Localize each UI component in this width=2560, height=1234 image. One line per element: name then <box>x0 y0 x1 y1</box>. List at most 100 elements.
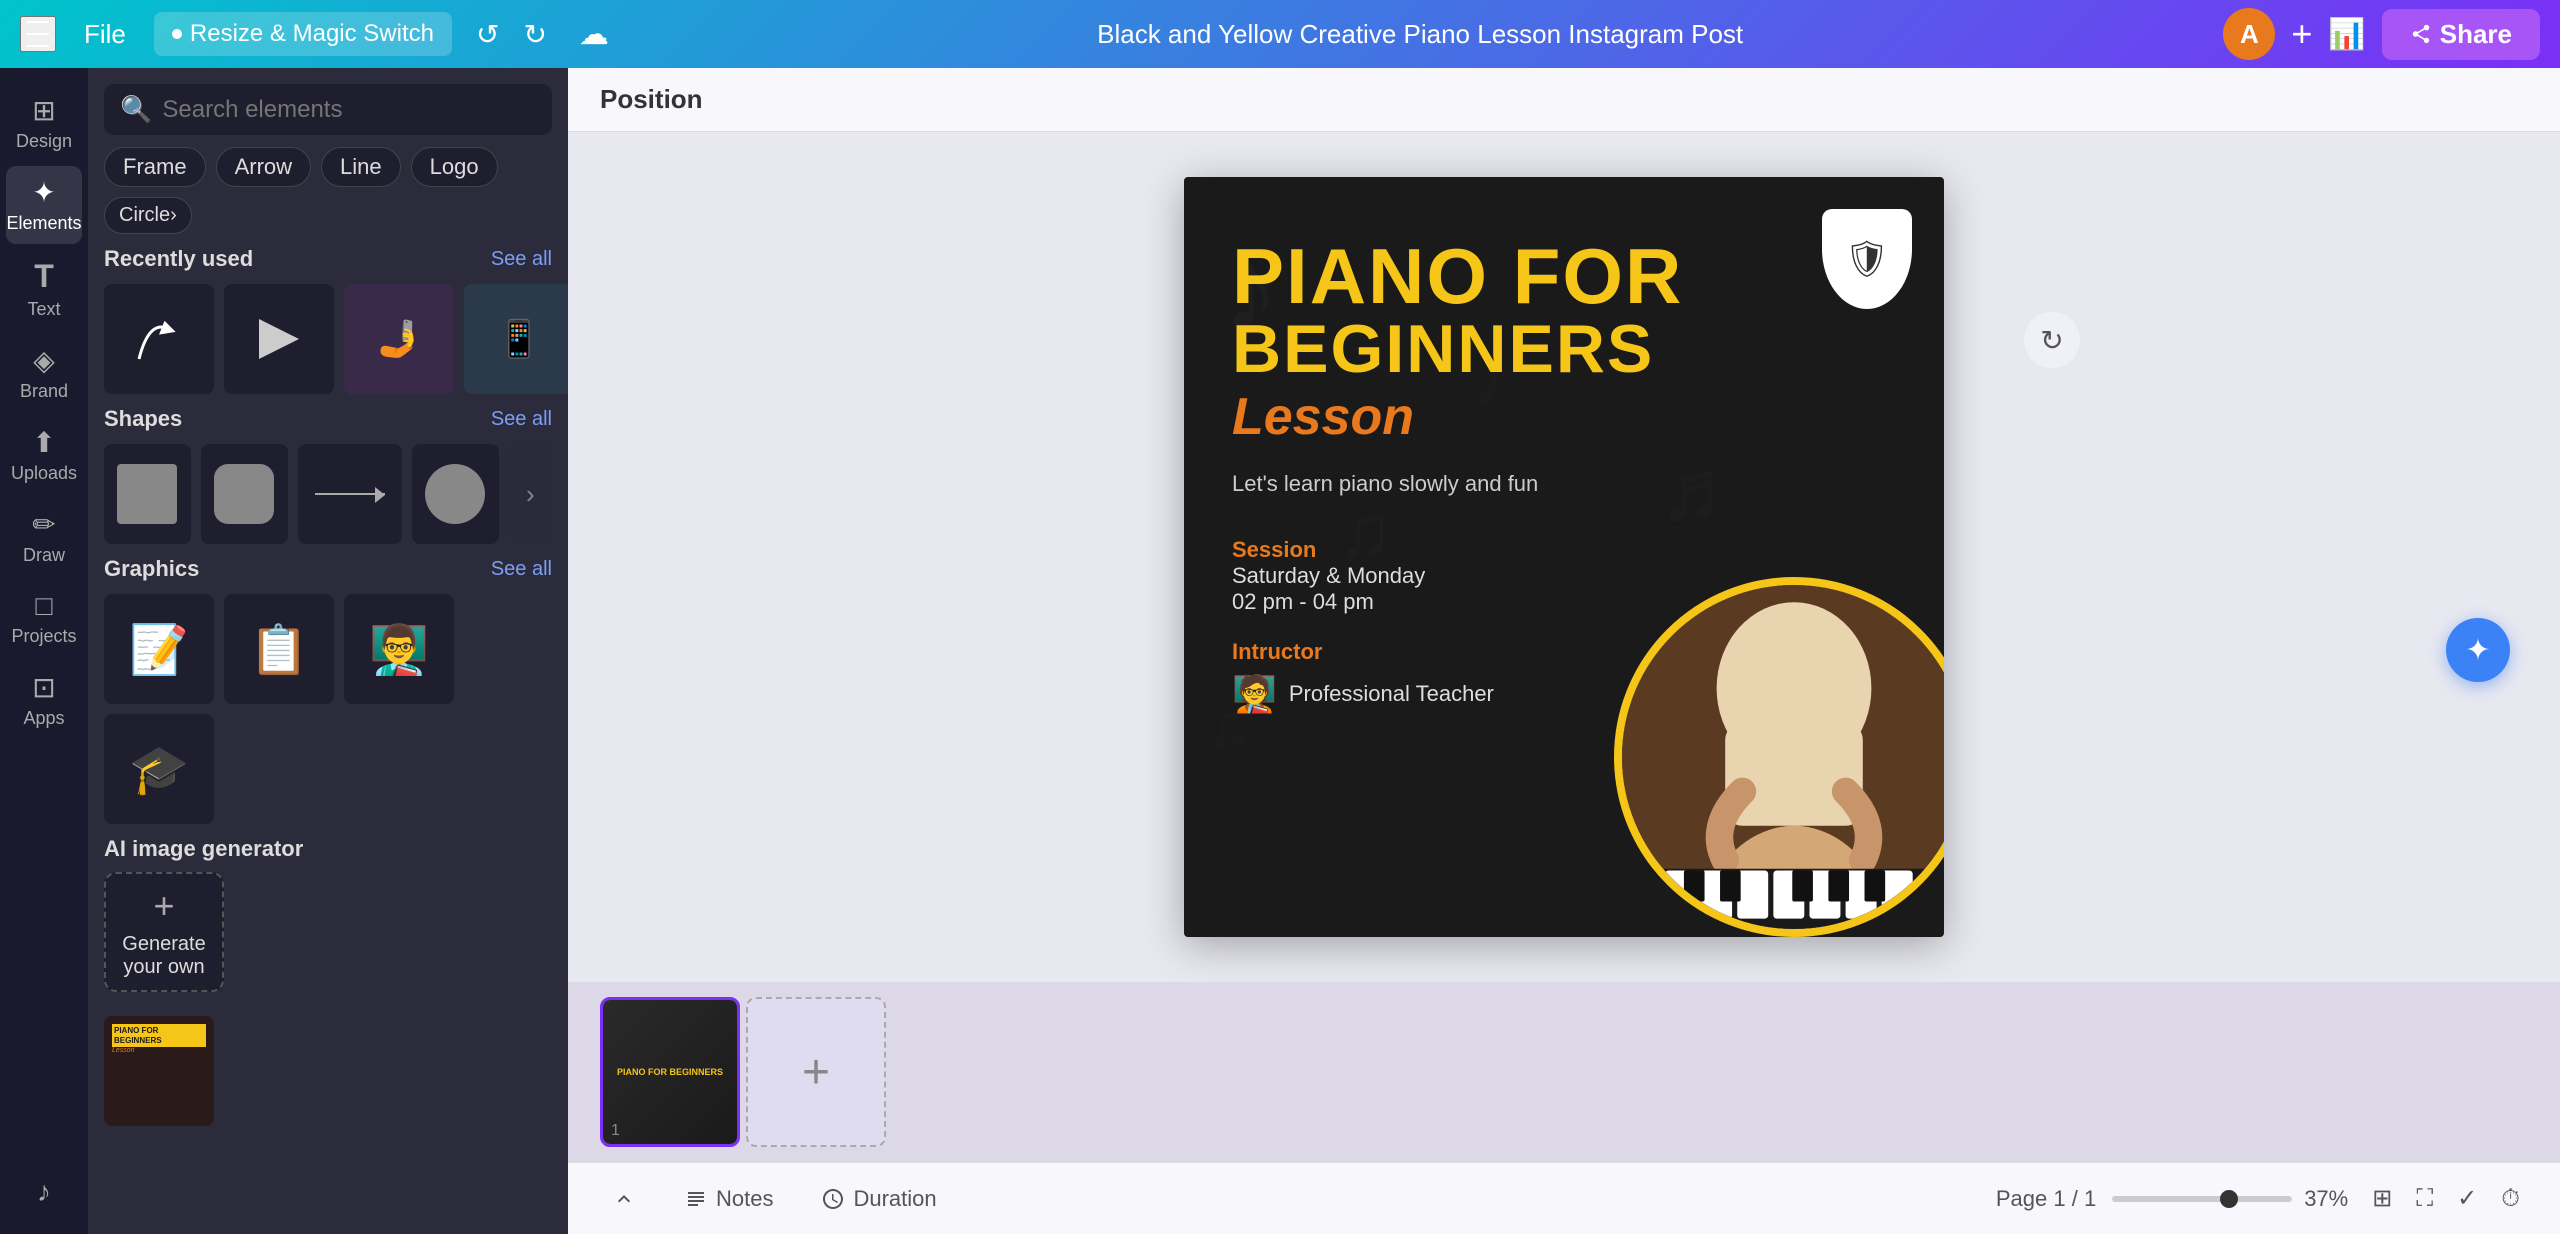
clock-button[interactable]: ⏱ <box>2493 1180 2528 1217</box>
recently-used-item-graphic2[interactable]: 📱 <box>464 284 568 394</box>
check-button[interactable]: ✓ <box>2449 1180 2485 1217</box>
graduation-cap-icon: 🎓 <box>129 741 189 798</box>
graphics-see-all[interactable]: See all <box>491 558 552 581</box>
canvas-wrapper[interactable]: ↻ ♪ ♫ ♩ ♬ ♫ ♪ <box>568 132 2560 982</box>
resize-magic-switch-button[interactable]: Resize & Magic Switch <box>154 12 452 56</box>
ai-generator-row: + Generate your own <box>104 872 552 992</box>
page-thumbnail-1[interactable]: PIANO FOR BEGINNERS 1 <box>600 997 740 1147</box>
recently-used-see-all[interactable]: See all <box>491 248 552 271</box>
undo-button[interactable]: ↺ <box>468 14 507 55</box>
brand-icon: ◈ <box>33 344 55 377</box>
duration-button[interactable]: Duration <box>809 1180 948 1218</box>
elements-icon: ✦ <box>32 176 55 209</box>
thumbnail-strip: PIANO FOR BEGINNERS 1 + <box>568 982 2560 1162</box>
recently-used-item-arrow[interactable] <box>104 284 214 394</box>
bottom-preview: PIANO FOR BEGINNERS Lesson <box>104 1016 552 1126</box>
zoom-slider-thumb[interactable] <box>2220 1190 2238 1208</box>
preview-thumbnail[interactable]: PIANO FOR BEGINNERS Lesson <box>104 1016 214 1126</box>
add-collaborator-button[interactable]: + <box>2291 13 2312 55</box>
position-bar: Position <box>568 68 2560 132</box>
sidebar-item-draw[interactable]: ✏ Draw <box>6 498 82 576</box>
recently-used-title: Recently used <box>104 246 253 272</box>
shape-rectangle[interactable] <box>104 444 191 544</box>
analytics-button[interactable]: 📊 <box>2328 17 2365 52</box>
arrow-icon <box>129 309 189 369</box>
search-bar[interactable]: 🔍 <box>104 84 552 135</box>
chip-logo[interactable]: Logo <box>411 147 498 187</box>
arrow-line-inner <box>315 493 385 495</box>
triangle-arrow-icon <box>249 309 309 369</box>
design-icon: ⊞ <box>32 94 55 127</box>
share-button[interactable]: Share <box>2382 9 2540 60</box>
document-title: Black and Yellow Creative Piano Lesson I… <box>633 19 2207 50</box>
refresh-canvas-button[interactable]: ↻ <box>2024 312 2080 368</box>
sidebar-item-projects[interactable]: □ Projects <box>6 580 82 657</box>
notes-icon <box>684 1187 708 1211</box>
music-icon: ♪ <box>37 1176 51 1208</box>
cloud-save-button[interactable]: ☁ <box>571 13 617 56</box>
magic-ai-button[interactable]: ✦ <box>2446 618 2510 682</box>
circle-photo-inner <box>1622 585 1944 929</box>
arrow-line-preview <box>315 493 385 495</box>
graphic-item-3[interactable]: 👨‍🏫 <box>344 594 454 704</box>
shapes-see-all[interactable]: See all <box>491 408 552 431</box>
notes-button[interactable]: Notes <box>672 1180 785 1218</box>
recently-used-header: Recently used See all <box>104 246 552 272</box>
share-icon <box>2410 23 2432 45</box>
chip-frame[interactable]: Frame <box>104 147 206 187</box>
recently-used-item-social[interactable]: 🤳 <box>344 284 454 394</box>
user-avatar-button[interactable]: A <box>2223 8 2275 60</box>
sidebar-item-design[interactable]: ⊞ Design <box>6 84 82 162</box>
chip-circle[interactable]: Circle› <box>104 197 192 234</box>
page-number-label: 1 <box>611 1122 620 1140</box>
hide-panel-button[interactable] <box>600 1181 648 1217</box>
sidebar-item-text[interactable]: T Text <box>6 248 82 330</box>
shape-more[interactable]: › <box>509 444 552 544</box>
add-page-button[interactable]: + <box>746 997 886 1147</box>
shapes-title: Shapes <box>104 406 182 432</box>
bottom-controls: Notes Duration Page 1 / 1 37% ⊞ ⛶ ✓ <box>568 1162 2560 1234</box>
zoom-percentage: 37% <box>2304 1186 2348 1212</box>
graphic-item-4[interactable]: 🎓 <box>104 714 214 824</box>
sidebar-item-music[interactable]: ♪ <box>6 1166 82 1218</box>
fullscreen-button[interactable]: ⛶ <box>2408 1180 2441 1217</box>
graphics-title: Graphics <box>104 556 199 582</box>
shape-rounded-rect[interactable] <box>201 444 288 544</box>
design-title-sub: BEGINNERS <box>1232 315 1896 383</box>
undo-redo-group: ↺ ↻ <box>468 14 555 55</box>
sidebar-item-brand[interactable]: ◈ Brand <box>6 334 82 412</box>
graphic-item-2[interactable]: 📋 <box>224 594 334 704</box>
duration-icon <box>821 1187 845 1211</box>
view-buttons: ⊞ ⛶ ✓ ⏱ <box>2364 1180 2528 1217</box>
sidebar-item-apps[interactable]: ⊡ Apps <box>6 661 82 739</box>
grid-view-button[interactable]: ⊞ <box>2364 1180 2400 1217</box>
page-info: Page 1 / 1 37% ⊞ ⛶ ✓ ⏱ <box>1996 1180 2528 1217</box>
plus-icon: + <box>153 885 174 927</box>
top-bar-right: A + 📊 Share <box>2223 8 2540 60</box>
search-input[interactable] <box>162 96 536 124</box>
sidebar-item-uploads[interactable]: ⬆ Uploads <box>6 416 82 494</box>
shape-arrow-line[interactable] <box>298 444 402 544</box>
left-sidebar: ⊞ Design ✦ Elements T Text ◈ Brand ⬆ Upl… <box>0 68 88 1234</box>
sidebar-item-elements[interactable]: ✦ Elements <box>6 166 82 244</box>
graphic-item-1[interactable]: 📝 <box>104 594 214 704</box>
design-lesson-label: Lesson <box>1232 387 1896 447</box>
instructor-icon: 🧑‍🏫 <box>1232 673 1277 715</box>
recently-used-item-triangle[interactable] <box>224 284 334 394</box>
filter-chips: Frame Arrow Line Logo Circle› <box>104 147 552 234</box>
zoom-control[interactable]: 37% <box>2112 1186 2348 1212</box>
design-card[interactable]: ♪ ♫ ♩ ♬ ♫ ♪ � <box>1184 177 1944 937</box>
zoom-slider-track[interactable] <box>2112 1196 2292 1202</box>
file-menu-button[interactable]: File <box>72 15 138 54</box>
ai-generate-button[interactable]: + Generate your own <box>104 872 224 992</box>
design-description: Let's learn piano slowly and fun <box>1232 471 1896 497</box>
menu-icon[interactable] <box>20 16 56 52</box>
chip-line[interactable]: Line <box>321 147 401 187</box>
graphics-header: Graphics See all <box>104 556 552 582</box>
chip-arrow[interactable]: Arrow <box>216 147 311 187</box>
uploads-icon: ⬆ <box>32 426 55 459</box>
redo-button[interactable]: ↻ <box>515 14 554 55</box>
shape-circle[interactable] <box>412 444 499 544</box>
main-layout: ⊞ Design ✦ Elements T Text ◈ Brand ⬆ Upl… <box>0 68 2560 1234</box>
recently-used-grid: 🤳 📱 <box>104 284 552 394</box>
